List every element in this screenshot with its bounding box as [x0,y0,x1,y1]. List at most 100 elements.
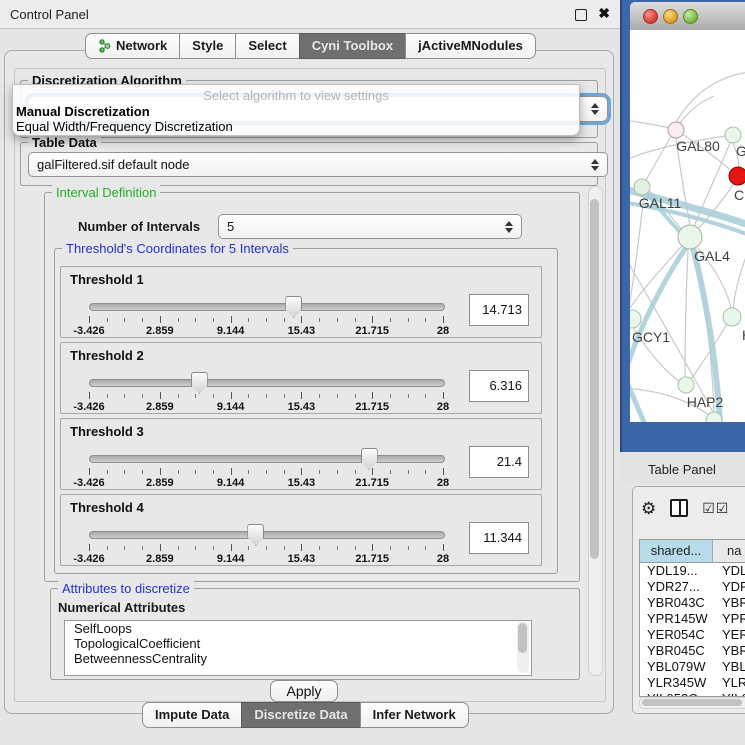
network-edge[interactable] [646,136,671,180]
table-horizontal-scrollbar[interactable] [639,697,745,709]
tab-jactivemnodules[interactable]: jActiveMNodules [405,33,536,59]
table-row[interactable]: YPR145WYPR1 [640,611,745,627]
network-edge[interactable] [630,195,644,312]
threshold-2-slider[interactable]: -3.4262.8599.14415.4321.71528 [89,375,443,409]
network-node[interactable] [725,127,741,143]
control-panel-tabs: Network Style Select Cyni Toolbox jActiv… [85,33,536,59]
algorithm-dropdown-popup: Select algorithm to view settings Manual… [12,84,580,136]
network-edge-thick[interactable] [630,370,644,422]
table-data-combobox[interactable]: galFiltered.sif default node [28,152,608,177]
tab-style[interactable]: Style [179,33,236,59]
tab-discretize-data[interactable]: Discretize Data [241,702,360,728]
network-node[interactable] [668,122,684,138]
table-row[interactable]: YBL079WYBL0 [640,659,745,675]
table-rows: YDL19...YDL1YDR27...YDR2YBR043CYBR0YPR14… [640,563,745,697]
slider-thumb[interactable] [247,524,264,546]
cyni-bottom-tabs: Impute Data Discretize Data Infer Networ… [142,702,469,728]
threshold-4-value-field[interactable]: 11.344 [469,522,529,554]
apply-button[interactable]: Apply [270,680,338,702]
slider-tick-labels: -3.4262.8599.14415.4321.71528 [89,325,443,337]
combo-arrows-icon [505,221,513,233]
checkbox-icons[interactable]: ☑☑ [702,500,729,517]
slider-thumb[interactable] [285,296,302,318]
numerical-attributes-items: SelfLoopsTopologicalCoefficientBetweenne… [65,621,531,666]
tab-cyni-toolbox[interactable]: Cyni Toolbox [299,33,406,59]
table-panel-titlebar: Table Panel [620,452,745,484]
interval-definition-group-label: Interval Definition [52,185,160,200]
column-selector-icon[interactable] [670,499,688,517]
attribute-list-item[interactable]: BetweennessCentrality [65,651,531,666]
slider-track[interactable] [89,531,445,539]
slider-thumb[interactable] [191,372,208,394]
table-row[interactable]: YLR345WYLR3 [640,675,745,691]
tab-network[interactable]: Network [85,33,180,59]
slider-tick-labels: -3.4262.8599.14415.4321.71528 [89,401,443,413]
float-window-icon[interactable] [575,9,587,21]
network-edge[interactable] [630,120,670,128]
column-header-shared-name[interactable]: shared... [640,540,713,562]
network-node[interactable] [729,167,745,185]
table-row[interactable]: YBR045CYBR0 [640,643,745,659]
network-node-label: G. [736,143,745,159]
table-panel-title: Table Panel [648,462,716,477]
network-node-label: GAL4 [694,248,730,264]
tab-infer-network[interactable]: Infer Network [360,702,469,728]
table-row[interactable]: YER054CYER0 [640,627,745,643]
slider-track[interactable] [89,379,445,387]
mac-close-icon[interactable] [643,9,658,24]
number-of-intervals-combobox[interactable]: 5 [218,214,522,239]
tab-select[interactable]: Select [235,33,299,59]
slider-thumb[interactable] [361,448,378,470]
attributes-list-scrollbar-thumb[interactable] [518,623,527,653]
table-row[interactable]: YDL19...YDL1 [640,563,745,579]
network-edge-thick[interactable] [630,242,690,376]
attribute-list-item[interactable]: SelfLoops [65,621,531,636]
network-node[interactable] [678,225,702,249]
threshold-2-label: Threshold 2 [70,348,144,363]
algorithm-popup-item-equal-width[interactable]: Equal Width/Frequency Discretization [16,119,233,134]
threshold-1-panel: Threshold 1 -3.4262.8599.14415.4321.7152… [60,266,542,338]
close-icon[interactable]: ✖ [598,5,610,22]
node-attribute-table[interactable]: shared... na YDL19...YDL1YDR27...YDR2YBR… [639,539,745,697]
slider-ticks [89,544,443,552]
network-node[interactable] [630,310,641,328]
table-row[interactable]: YBR043CYBR0 [640,595,745,611]
threshold-3-slider[interactable]: -3.4262.8599.14415.4321.71528 [89,451,443,485]
network-edge[interactable] [685,249,688,378]
algorithm-popup-prompt: Select algorithm to view settings [13,88,579,103]
settings-scrollbar-thumb[interactable] [590,199,599,559]
tab-network-label: Network [116,38,167,53]
network-node[interactable] [678,377,694,393]
settings-scrollbar[interactable] [588,186,603,676]
number-of-intervals-label: Number of Intervals [78,219,200,234]
network-node-label: C [734,187,744,203]
table-row[interactable]: YDR27...YDR2 [640,579,745,595]
tab-impute-data[interactable]: Impute Data [142,702,242,728]
combo-arrows-icon [591,159,599,171]
threshold-3-value-field[interactable]: 21.4 [469,446,529,478]
network-node[interactable] [634,179,650,195]
network-canvas[interactable]: GAL80G.CGAL11GAL4GCY1HHAP2 [630,30,745,422]
attribute-list-item[interactable]: TopologicalCoefficient [65,636,531,651]
network-window-titlebar[interactable] [630,2,745,31]
gear-icon[interactable]: ⚙ [641,500,656,517]
attributes-list-scrollbar[interactable] [517,621,529,673]
algorithm-popup-item-manual[interactable]: Manual Discretization [16,104,150,119]
threshold-2-value-field[interactable]: 6.316 [469,370,529,402]
mac-minimize-icon[interactable] [663,9,678,24]
network-node-label: GAL11 [639,195,682,211]
numerical-attributes-list[interactable]: SelfLoopsTopologicalCoefficientBetweenne… [64,620,532,676]
table-data-combobox-value: galFiltered.sif default node [37,157,189,172]
slider-track[interactable] [89,303,445,311]
slider-ticks [89,468,443,476]
threshold-4-slider[interactable]: -3.4262.8599.14415.4321.71528 [89,527,443,561]
network-node[interactable] [723,308,741,326]
threshold-1-label: Threshold 1 [70,272,144,287]
mac-zoom-icon[interactable] [683,9,698,24]
network-edge[interactable] [733,242,745,310]
column-header-name[interactable]: na [713,540,745,562]
table-horizontal-scrollbar-thumb[interactable] [642,699,742,706]
threshold-1-slider[interactable]: -3.4262.8599.14415.4321.71528 [89,299,443,333]
threshold-1-value-field[interactable]: 14.713 [469,294,529,326]
slider-track[interactable] [89,455,445,463]
